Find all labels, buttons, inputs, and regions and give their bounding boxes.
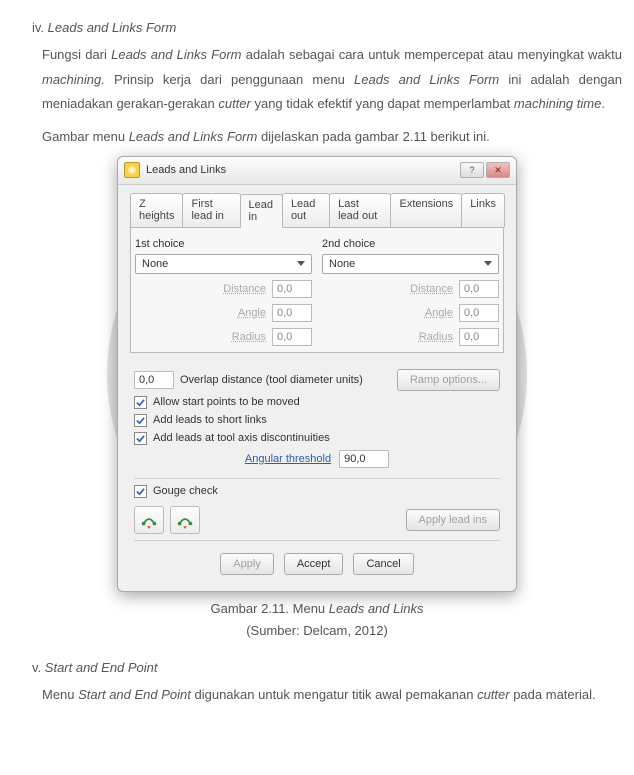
paragraph-v-1: Menu Start and End Point digunakan untuk…: [42, 683, 622, 708]
titlebar[interactable]: Leads and Links ? ✕: [118, 157, 516, 185]
copy-leads-icon: [176, 511, 194, 529]
dialog-icon: [124, 162, 140, 178]
figure-caption: Gambar 2.11. Menu Leads and Links (Sumbe…: [12, 598, 622, 642]
first-choice-heading: 1st choice: [135, 238, 312, 250]
tab-links[interactable]: Links: [461, 193, 505, 227]
dialog-title: Leads and Links: [146, 164, 460, 176]
check-icon: [136, 434, 145, 443]
check-icon: [136, 416, 145, 425]
second-choice-heading: 2nd choice: [322, 238, 499, 250]
paragraph-iv-1: Fungsi dari Leads and Links Form adalah …: [42, 43, 622, 117]
first-choice-group: 1st choice None Distance 0,0 Angle 0,0: [135, 238, 312, 346]
first-distance-label: Distance: [223, 283, 266, 295]
tab-lead-in[interactable]: Lead in: [240, 194, 283, 228]
second-choice-group: 2nd choice None Distance 0,0 Angle 0,0: [322, 238, 499, 346]
tab-z-heights[interactable]: Z heights: [130, 193, 183, 227]
tab-extensions[interactable]: Extensions: [390, 193, 462, 227]
title-iv: Leads and Links Form: [48, 20, 177, 35]
title-v: Start and End Point: [45, 660, 158, 675]
angular-threshold-link[interactable]: Angular threshold: [245, 453, 331, 465]
roman-v: v.: [32, 660, 41, 675]
section-iv-heading: iv. Leads and Links Form: [32, 20, 622, 35]
second-angle-input[interactable]: 0,0: [459, 304, 499, 322]
second-distance-input[interactable]: 0,0: [459, 280, 499, 298]
chevron-down-icon: [297, 261, 305, 266]
copy-left-button[interactable]: [134, 506, 164, 534]
separator: [134, 540, 500, 541]
copy-leads-icon: [140, 511, 158, 529]
allow-start-points-label: Allow start points to be moved: [153, 396, 300, 408]
accept-button[interactable]: Accept: [284, 553, 344, 575]
tab-last-lead-out[interactable]: Last lead out: [329, 193, 391, 227]
overlap-label: Overlap distance (tool diameter units): [180, 374, 363, 386]
apply-lead-ins-button[interactable]: Apply lead ins: [406, 509, 501, 531]
first-angle-label: Angle: [238, 307, 266, 319]
close-button[interactable]: ✕: [486, 162, 510, 178]
leads-links-dialog: Leads and Links ? ✕ Z heights First lead…: [117, 156, 517, 592]
section-v-heading: v. Start and End Point: [32, 660, 622, 675]
second-angle-label: Angle: [425, 307, 453, 319]
add-leads-short-checkbox[interactable]: [134, 414, 147, 427]
tab-lead-out[interactable]: Lead out: [282, 193, 330, 227]
cancel-button[interactable]: Cancel: [353, 553, 413, 575]
gouge-check-label: Gouge check: [153, 485, 218, 497]
tab-strip: Z heights First lead in Lead in Lead out…: [130, 193, 504, 228]
check-icon: [136, 398, 145, 407]
help-button[interactable]: ?: [460, 162, 484, 178]
gouge-check-checkbox[interactable]: [134, 485, 147, 498]
tab-first-lead-in[interactable]: First lead in: [182, 193, 240, 227]
copy-right-button[interactable]: [170, 506, 200, 534]
second-distance-label: Distance: [410, 283, 453, 295]
paragraph-iv-2: Gambar menu Leads and Links Form dijelas…: [42, 125, 622, 150]
ramp-options-button[interactable]: Ramp options...: [397, 369, 500, 391]
add-leads-axis-label: Add leads at tool axis discontinuities: [153, 432, 330, 444]
first-radius-label: Radius: [232, 331, 266, 343]
roman-iv: iv.: [32, 20, 44, 35]
check-icon: [136, 487, 145, 496]
first-choice-combo[interactable]: None: [135, 254, 312, 274]
first-radius-input[interactable]: 0,0: [272, 328, 312, 346]
second-choice-combo[interactable]: None: [322, 254, 499, 274]
angular-threshold-input[interactable]: 90,0: [339, 450, 389, 468]
first-distance-input[interactable]: 0,0: [272, 280, 312, 298]
first-angle-input[interactable]: 0,0: [272, 304, 312, 322]
apply-button[interactable]: Apply: [220, 553, 274, 575]
separator: [134, 478, 500, 479]
second-radius-label: Radius: [419, 331, 453, 343]
add-leads-short-label: Add leads to short links: [153, 414, 267, 426]
overlap-input[interactable]: 0,0: [134, 371, 174, 389]
second-radius-input[interactable]: 0,0: [459, 328, 499, 346]
add-leads-axis-checkbox[interactable]: [134, 432, 147, 445]
chevron-down-icon: [484, 261, 492, 266]
allow-start-points-checkbox[interactable]: [134, 396, 147, 409]
